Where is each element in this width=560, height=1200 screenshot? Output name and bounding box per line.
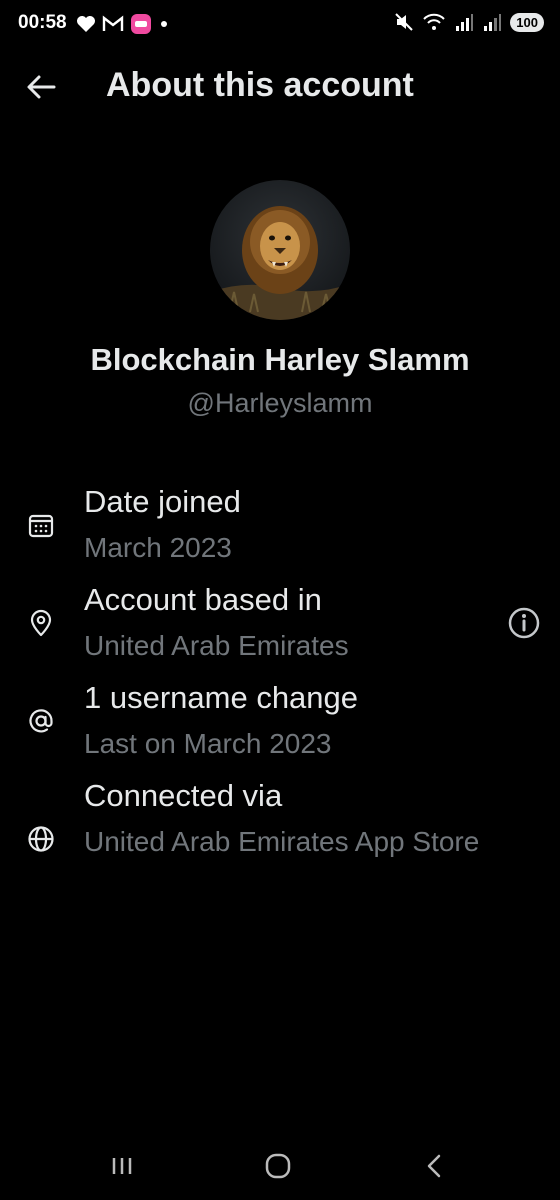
status-time: 00:58: [18, 12, 67, 33]
info-circle-icon: [508, 607, 540, 639]
info-label: Connected via: [84, 778, 283, 813]
status-system-icons: 100: [394, 12, 544, 32]
status-bar: 00:58 100: [0, 0, 560, 48]
dot-icon: [161, 21, 167, 27]
gmail-icon: [102, 15, 124, 31]
app-notification-icon: [131, 14, 151, 34]
home-icon: [265, 1153, 291, 1179]
home-button[interactable]: [258, 1148, 298, 1184]
globe-icon: [28, 826, 54, 852]
battery-indicator: 100: [510, 12, 544, 32]
info-value: March 2023: [84, 532, 232, 563]
info-label: Date joined: [84, 484, 241, 519]
location-pin-icon: [30, 609, 52, 637]
signal-icon: [456, 14, 474, 31]
info-value: Last on March 2023: [84, 728, 332, 759]
info-date-joined: Date joined March 2023: [0, 478, 560, 568]
display-name: Blockchain Harley Slamm: [90, 342, 470, 377]
mute-icon: [395, 13, 414, 31]
heart-icon: [77, 16, 95, 32]
recent-apps-button[interactable]: [102, 1148, 142, 1184]
recent-apps-icon: [112, 1158, 132, 1174]
info-connected-via: Connected via United Arab Emirates App S…: [0, 772, 560, 902]
page-title: About this account: [106, 66, 414, 104]
back-button[interactable]: [24, 70, 58, 104]
at-sign-icon: [29, 709, 53, 733]
status-notification-icons: [76, 13, 170, 35]
account-handle: @Harleyslamm: [187, 388, 373, 418]
info-username-change: 1 username change Last on March 2023: [0, 674, 560, 764]
wifi-icon: [423, 13, 446, 30]
nav-back-button[interactable]: [414, 1148, 454, 1184]
system-nav-bar: [0, 1128, 560, 1200]
info-label: Account based in: [84, 582, 322, 617]
arrow-left-icon: [27, 75, 56, 99]
info-value: United Arab Emirates: [84, 630, 349, 661]
info-label: 1 username change: [84, 680, 359, 715]
lion-avatar-image: [210, 180, 350, 320]
info-help-button[interactable]: [507, 606, 541, 640]
signal-roaming-icon: [484, 14, 502, 31]
back-icon: [427, 1154, 441, 1178]
calendar-icon: [28, 514, 54, 538]
info-value: United Arab Emirates App Store: [84, 826, 480, 857]
header: About this account: [0, 56, 560, 116]
avatar[interactable]: [210, 180, 350, 320]
info-account-based-in: Account based in United Arab Emirates: [0, 576, 560, 666]
